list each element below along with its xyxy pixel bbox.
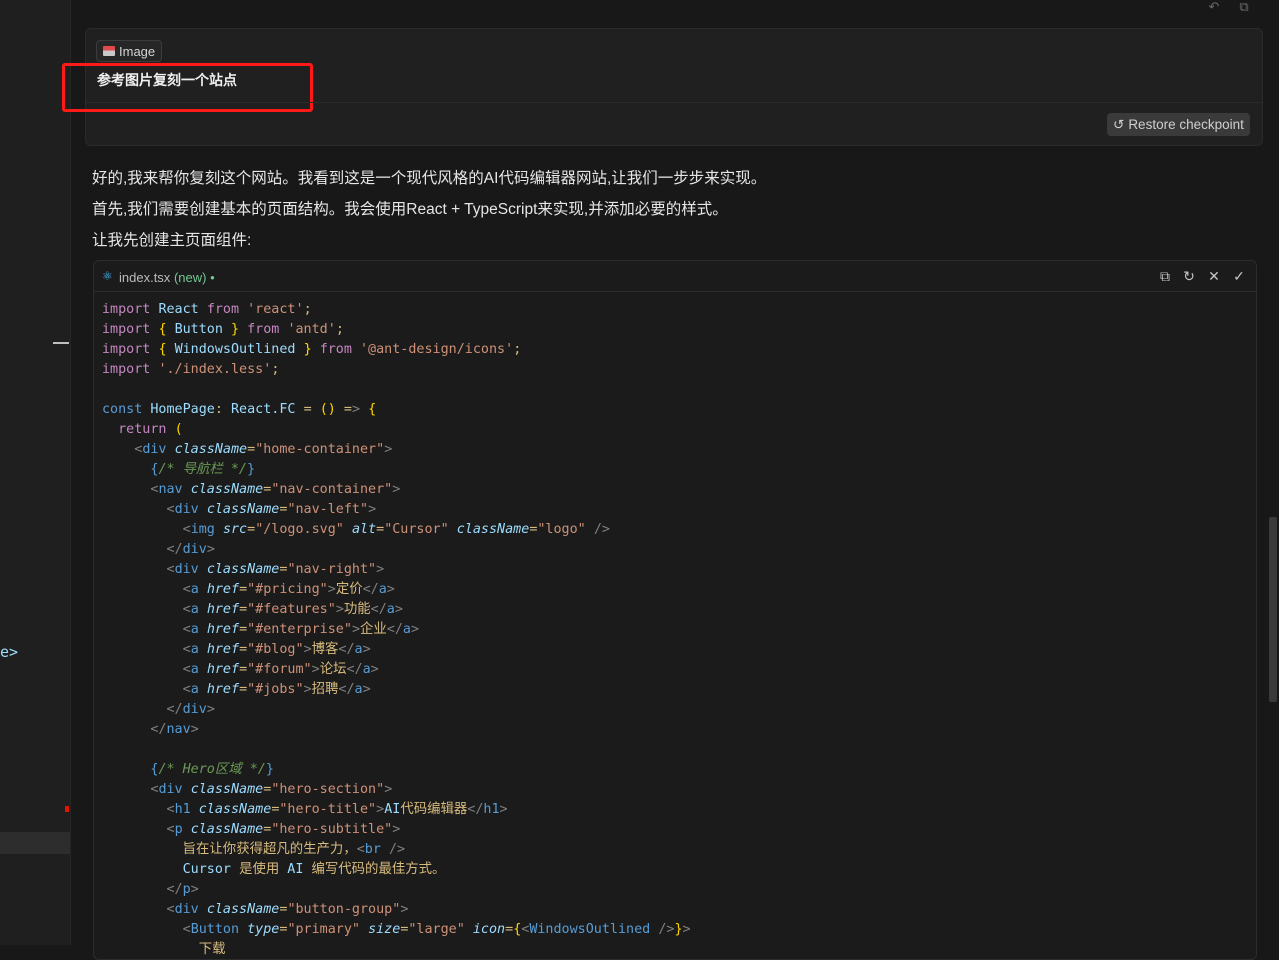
- code-line: <a href="#pricing">定价</a>: [182, 582, 395, 597]
- react-file-icon: ⚛: [102, 269, 113, 283]
- code-line: </p>: [166, 882, 199, 897]
- code-block: ⚛ index.tsx (new) • ⧉ ↻ ✕ ✓ import React…: [93, 260, 1257, 960]
- restore-icon: ↺: [1113, 116, 1125, 132]
- code-line: import React from 'react';: [102, 302, 312, 317]
- highlight-annotation-box: [62, 63, 313, 112]
- card-divider: [86, 102, 1262, 103]
- code-line: <a href="#enterprise">企业</a>: [182, 622, 420, 637]
- code-block-header: ⚛ index.tsx (new) • ⧉ ↻ ✕ ✓: [94, 261, 1256, 292]
- code-line: </div>: [166, 542, 215, 557]
- editor-left-pane: [0, 0, 71, 945]
- code-line: <div className="button-group">: [166, 902, 409, 917]
- code-content[interactable]: import React from 'react'; import { Butto…: [102, 300, 691, 959]
- code-file-name[interactable]: index.tsx (new) •: [119, 270, 215, 285]
- code-line: <div className="hero-section">: [150, 782, 393, 797]
- check-icon[interactable]: ✓: [1231, 268, 1247, 284]
- code-line: <div className="nav-left">: [166, 502, 377, 517]
- collapse-line-icon[interactable]: [53, 342, 69, 344]
- error-marker: [65, 806, 69, 812]
- restore-checkpoint-label: Restore checkpoint: [1128, 117, 1244, 132]
- file-name-text: index.tsx: [119, 270, 171, 285]
- response-paragraph: 好的,我来帮你复刻这个网站。我看到这是一个现代风格的AI代码编辑器网站,让我们一…: [92, 170, 767, 187]
- image-attachment-chip[interactable]: Image: [96, 40, 163, 62]
- refresh-icon[interactable]: ↻: [1181, 268, 1197, 284]
- file-status: (new): [173, 270, 207, 285]
- code-line: import './index.less';: [102, 362, 280, 377]
- image-icon: [103, 46, 115, 56]
- code-line: <a href="#blog">博客</a>: [182, 642, 371, 657]
- code-line: <nav className="nav-container">: [150, 482, 401, 497]
- copy-icon[interactable]: ⧉: [1157, 268, 1173, 284]
- code-line: import { Button } from 'antd';: [102, 322, 344, 337]
- code-line: <a href="#jobs">招聘</a>: [182, 682, 371, 697]
- code-line: </div>: [166, 702, 215, 717]
- code-line: const HomePage: React.FC = () => {: [102, 402, 377, 417]
- code-line: return (: [118, 422, 183, 437]
- code-line: <div className="nav-right">: [166, 562, 385, 577]
- code-line: ​: [102, 380, 691, 400]
- code-line: <a href="#forum">论坛</a>: [182, 662, 379, 677]
- undo-icon[interactable]: ↶: [1206, 0, 1222, 14]
- code-line: {/* Hero区域 */}: [150, 762, 274, 777]
- file-status-dot: •: [210, 270, 215, 285]
- code-line: 旨在让你获得超凡的生产力，<br />: [182, 842, 406, 857]
- response-paragraph: 让我先创建主页面组件:: [92, 232, 252, 249]
- scrollbar[interactable]: [1269, 517, 1277, 702]
- close-icon[interactable]: ✕: [1206, 268, 1222, 284]
- code-line: Cursor 是使用 AI 编写代码的最佳方式。: [182, 862, 446, 877]
- editor-code-fragment: e>: [0, 643, 19, 661]
- code-line: <img src="/logo.svg" alt="Cursor" classN…: [182, 522, 610, 537]
- code-line: <Button type="primary" size="large" icon…: [182, 922, 691, 937]
- code-line: {/* 导航栏 */}: [150, 462, 256, 477]
- response-paragraph: 首先,我们需要创建基本的页面结构。我会使用React + TypeScript来…: [92, 201, 728, 218]
- code-line: import { WindowsOutlined } from '@ant-de…: [102, 342, 522, 357]
- editor-line-highlight: [0, 832, 70, 854]
- code-line: 下载: [198, 942, 226, 957]
- code-line: <p className="hero-subtitle">: [166, 822, 401, 837]
- code-line: ​: [102, 740, 691, 760]
- code-line: </nav>: [150, 722, 199, 737]
- code-line: <h1 className="hero-title">AI代码编辑器</h1>: [166, 802, 508, 817]
- copy-icon[interactable]: ⧉: [1236, 0, 1252, 14]
- attachment-label: Image: [119, 43, 156, 59]
- restore-checkpoint-button[interactable]: ↺ Restore checkpoint: [1107, 113, 1250, 136]
- code-line: <a href="#features">功能</a>: [182, 602, 403, 617]
- code-line: <div className="home-container">: [134, 442, 393, 457]
